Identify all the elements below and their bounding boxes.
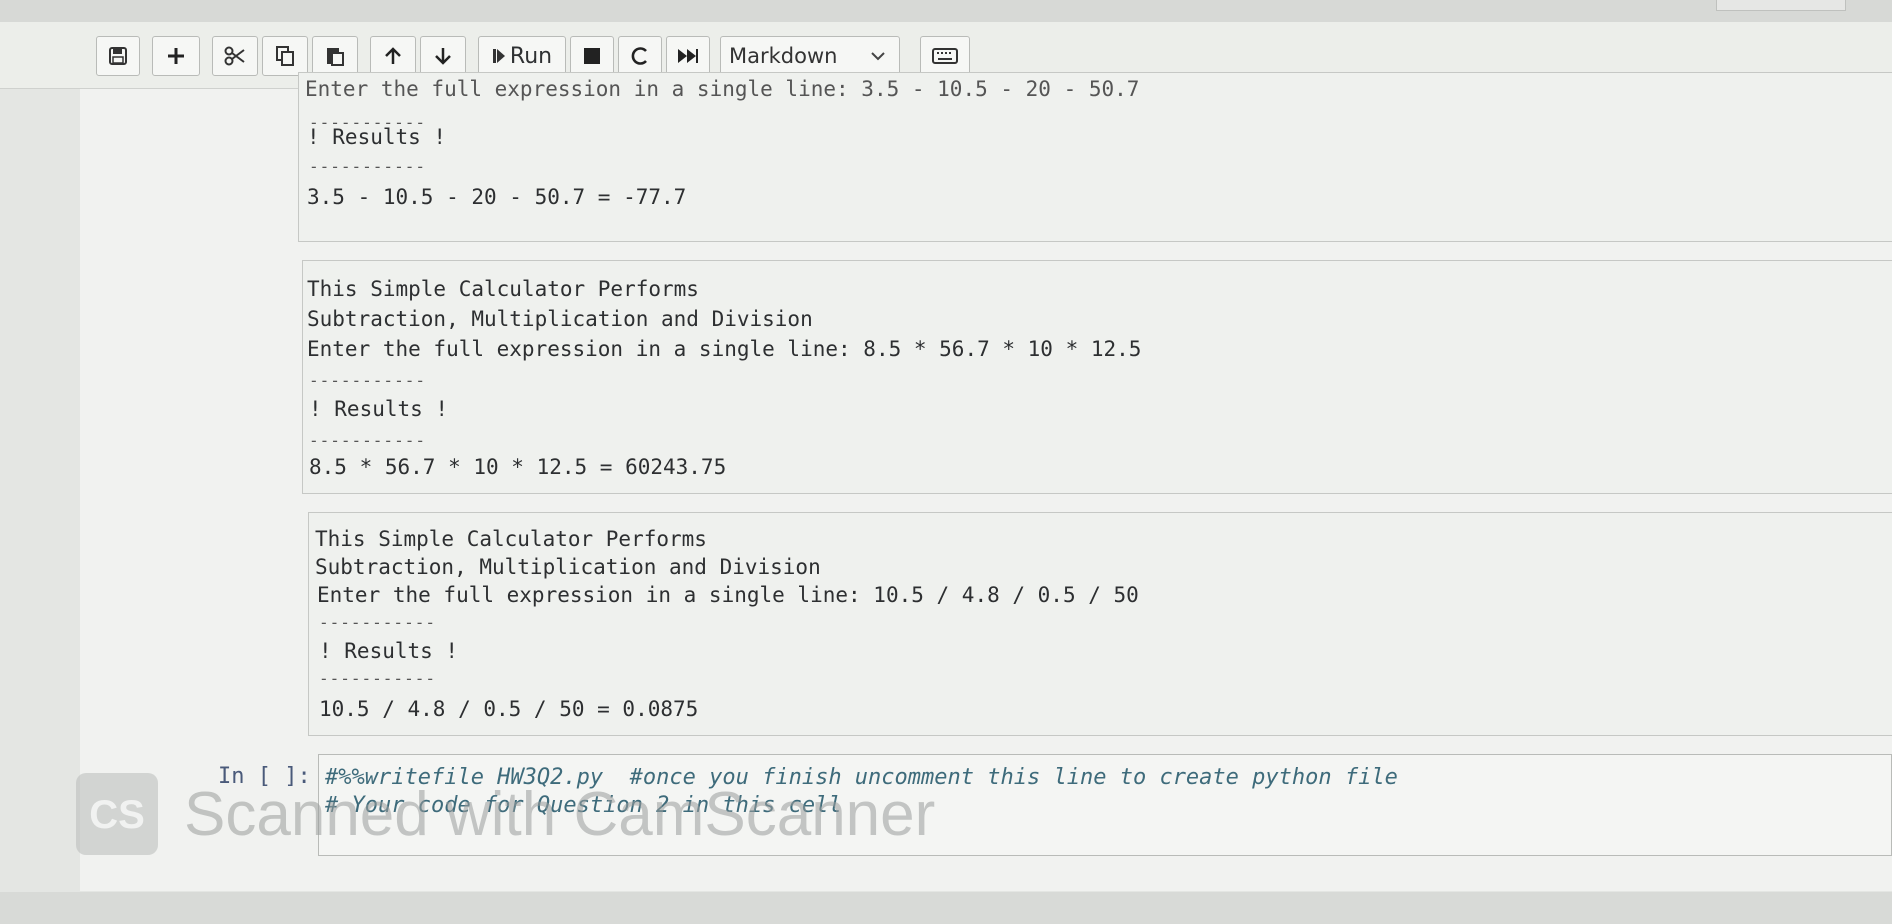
output-line: This Simple Calculator Performs [315,527,707,551]
command-palette-button[interactable] [920,36,970,76]
cell-type-value: Markdown [729,44,838,68]
output-line: Subtraction, Multiplication and Division [307,307,813,331]
menu-bar [0,0,1892,22]
arrow-up-icon [385,47,401,64]
run-all-button[interactable] [666,36,710,76]
run-button[interactable]: Run [478,36,566,76]
step-forward-icon [492,49,505,63]
cs-icon: CS [89,793,145,837]
separator: ----------- [309,157,426,176]
save-icon [109,47,127,65]
cell-type-select[interactable]: Markdown [720,36,900,76]
stop-icon [584,48,600,64]
output-line: Enter the full expression in a single li… [305,77,1140,101]
output-line: Enter the full expression in a single li… [317,583,1139,607]
results-heading: ! Results ! [319,639,459,663]
separator: ----------- [319,669,436,688]
insert-cell-button[interactable] [152,36,200,76]
watermark-text: Scanned with CamScanner [184,779,936,849]
result-output: 8.5 * 56.7 * 10 * 12.5 = 60243.75 [309,455,727,479]
output-cell-3: This Simple Calculator Performs Subtract… [308,512,1892,736]
scissors-icon [224,46,245,66]
fast-forward-icon [678,49,698,63]
restart-button[interactable] [618,36,662,76]
page-bottom [0,892,1892,924]
result-output: 3.5 - 10.5 - 20 - 50.7 = -77.7 [307,185,687,209]
camscanner-watermark: CS Scanned with CamScanner [76,772,935,856]
keyboard-icon [932,48,958,64]
copy-button[interactable] [262,36,308,76]
separator: ----------- [309,431,426,450]
output-line: This Simple Calculator Performs [307,277,699,301]
svg-text:CS: CS [89,793,145,837]
interrupt-button[interactable] [570,36,614,76]
camscanner-logo: CS [76,773,158,855]
separator: ----------- [319,613,436,632]
output-cell-1: Enter the full expression in a single li… [298,72,1892,242]
result-output: 10.5 / 4.8 / 0.5 / 50 = 0.0875 [319,697,699,721]
output-cell-2: This Simple Calculator Performs Subtract… [302,260,1892,494]
move-up-button[interactable] [370,36,416,76]
cut-button[interactable] [212,36,258,76]
save-button[interactable] [96,36,140,76]
plus-icon [168,48,184,64]
arrow-down-icon [435,48,451,65]
results-heading: ! Results ! [309,397,449,421]
paste-button[interactable] [312,36,358,76]
results-heading: ! Results ! [307,125,447,149]
run-label: Run [509,43,553,69]
output-line: Enter the full expression in a single li… [307,337,1142,361]
kernel-indicator [1716,0,1846,11]
restart-icon [631,47,647,65]
copy-icon [276,46,294,66]
separator: ----------- [309,371,426,390]
paste-icon [327,48,344,66]
move-down-button[interactable] [420,36,466,76]
chevron-down-icon [871,52,885,61]
output-line: Subtraction, Multiplication and Division [315,555,821,579]
